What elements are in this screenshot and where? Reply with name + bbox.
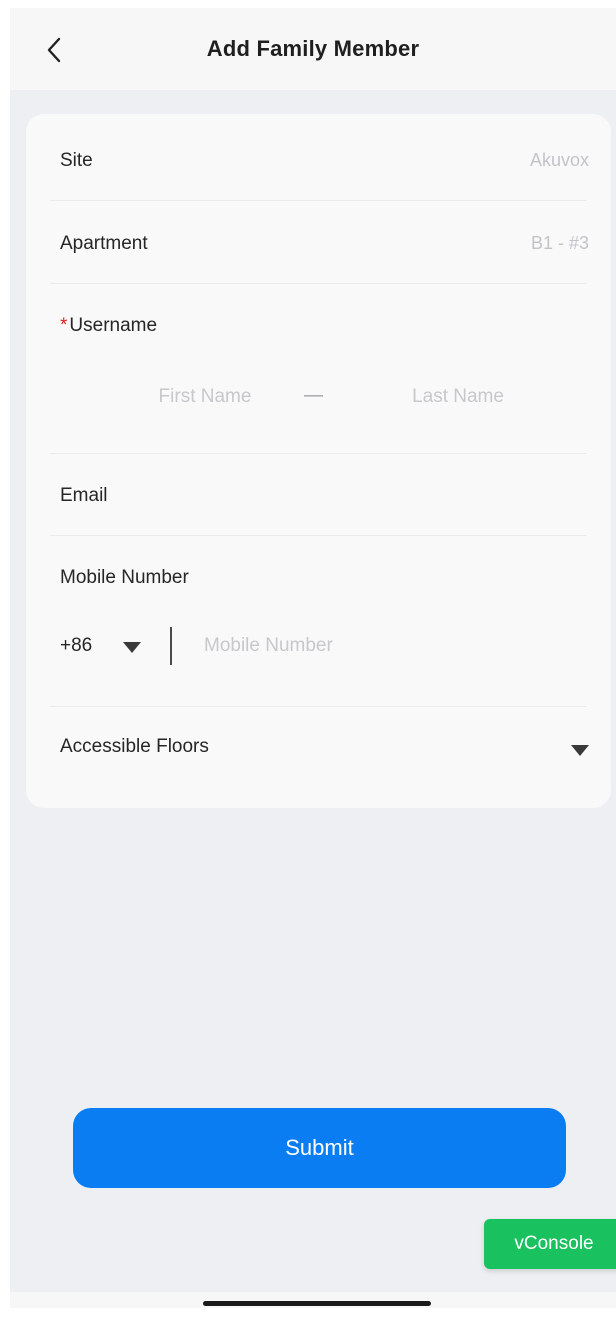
input-separator bbox=[170, 627, 172, 665]
country-code-select[interactable]: +86 bbox=[60, 626, 160, 666]
email-row[interactable]: Email bbox=[60, 485, 589, 515]
caret-down-icon bbox=[123, 642, 141, 653]
vconsole-button[interactable]: vConsole bbox=[484, 1219, 616, 1269]
caret-down-icon bbox=[571, 745, 589, 756]
form-card: Site Akuvox Apartment B1 - #3 * Username … bbox=[26, 114, 611, 808]
accessible-floors-select[interactable]: Accessible Floors bbox=[60, 736, 589, 766]
mobile-input-row: +86 bbox=[60, 626, 589, 666]
username-label: * Username bbox=[60, 315, 157, 337]
divider bbox=[50, 283, 587, 284]
divider bbox=[50, 706, 587, 707]
home-indicator bbox=[203, 1301, 431, 1306]
site-label: Site bbox=[60, 150, 93, 171]
country-code-value: +86 bbox=[60, 635, 93, 656]
screen: Add Family Member Site Akuvox Apartment … bbox=[10, 8, 616, 1308]
submit-button[interactable]: Submit bbox=[73, 1108, 566, 1188]
apartment-row: Apartment B1 - #3 bbox=[60, 233, 589, 263]
site-row: Site Akuvox bbox=[60, 150, 589, 180]
email-label: Email bbox=[60, 485, 108, 506]
username-label-row: * Username bbox=[60, 315, 589, 345]
apartment-label: Apartment bbox=[60, 233, 148, 254]
divider bbox=[50, 453, 587, 454]
divider bbox=[50, 535, 587, 536]
username-inputs-row: — bbox=[60, 382, 589, 418]
mobile-number-input[interactable] bbox=[204, 631, 464, 661]
required-mark: * bbox=[60, 315, 68, 336]
site-value: Akuvox bbox=[529, 150, 589, 170]
accessible-floors-label: Accessible Floors bbox=[60, 736, 209, 757]
page-title: Add Family Member bbox=[206, 36, 420, 61]
top-nav-bar: Add Family Member bbox=[10, 8, 616, 90]
first-name-input[interactable] bbox=[130, 382, 280, 412]
username-label-text: Username bbox=[69, 315, 158, 336]
name-separator: — bbox=[304, 385, 323, 406]
mobile-label-row: Mobile Number bbox=[60, 567, 589, 597]
last-name-input[interactable] bbox=[383, 382, 533, 412]
apartment-value: B1 - #3 bbox=[530, 233, 589, 253]
mobile-number-label: Mobile Number bbox=[60, 567, 189, 588]
divider bbox=[50, 200, 587, 201]
